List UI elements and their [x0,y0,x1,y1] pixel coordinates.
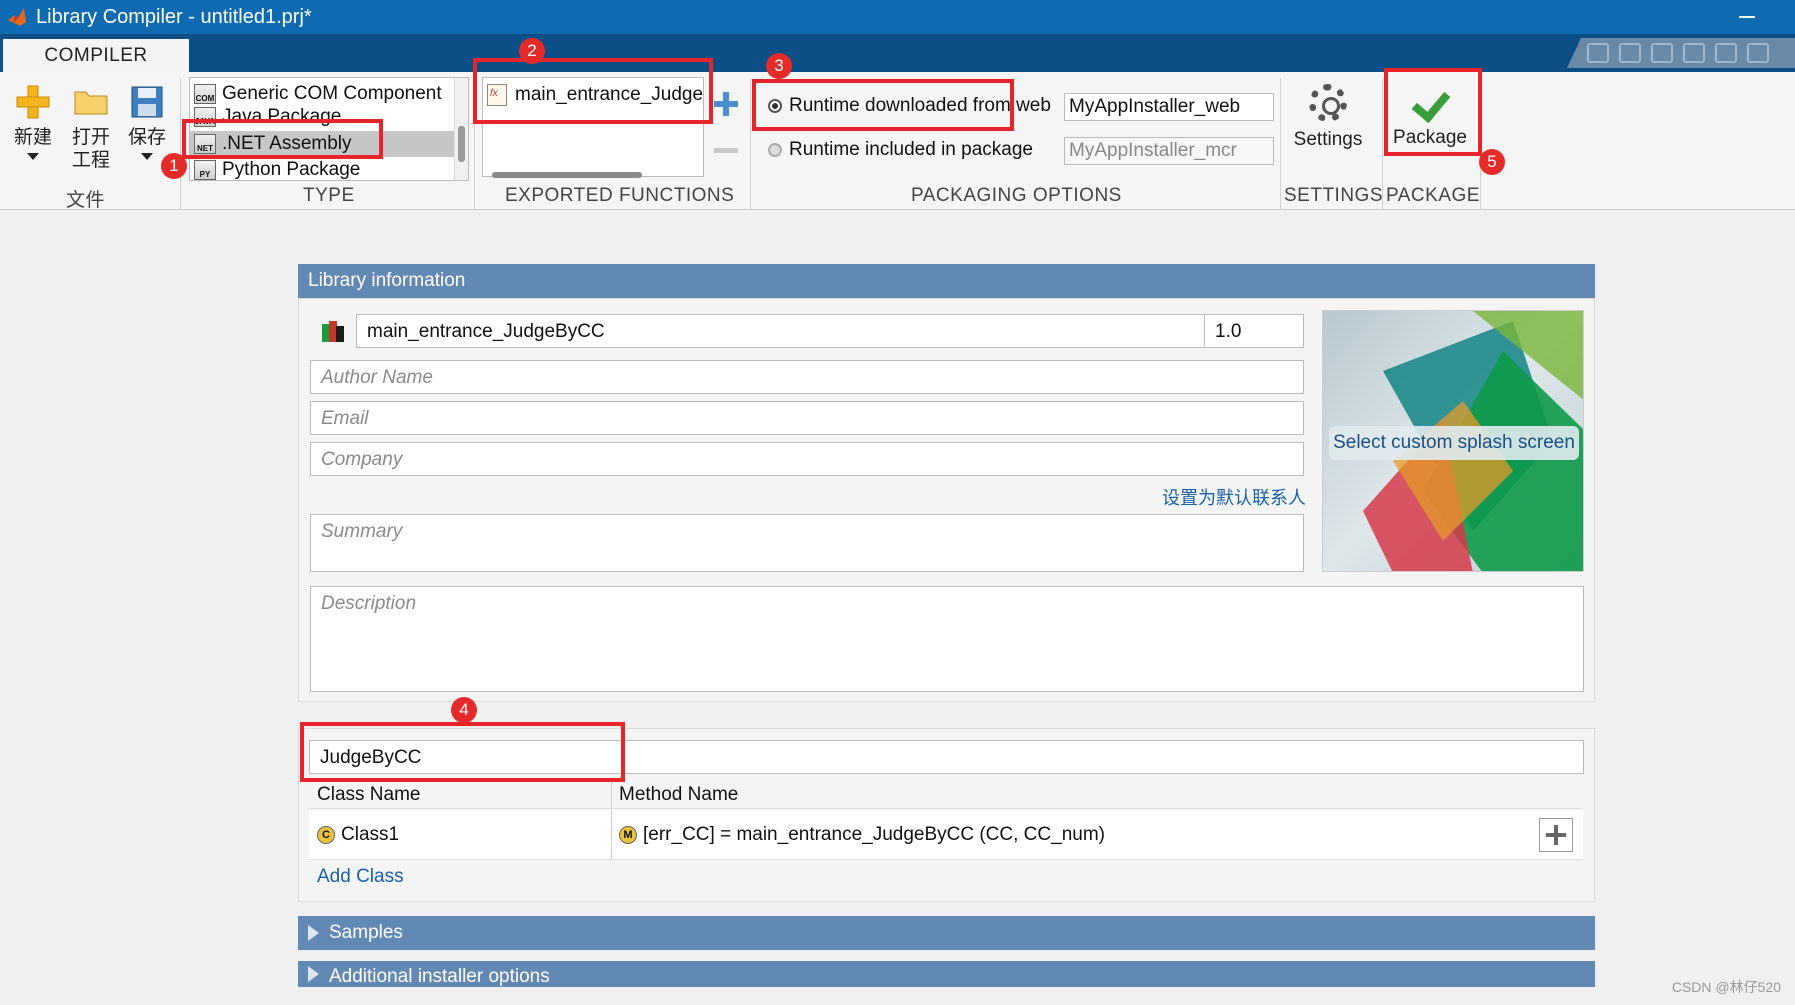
python-package-icon: PY [194,160,216,180]
add-method-button[interactable] [1539,818,1573,852]
section-label-type: TYPE [303,185,355,206]
folder-icon [74,91,108,115]
window-title: Library Compiler - untitled1.prj* [36,5,312,28]
class-grid-header: Class Name Method Name [309,781,1583,809]
annotation-badge-2: 2 [519,38,545,64]
class-cell[interactable]: C Class1 [317,824,399,846]
new-dropdown-icon[interactable] [27,153,39,160]
copy-icon[interactable] [1651,43,1673,63]
title-bar: Library Compiler - untitled1.prj* [0,0,1795,34]
email-input[interactable]: Email [310,401,1304,435]
paste-icon[interactable] [1683,43,1705,63]
web-installer-name-input[interactable]: MyAppInstaller_web [1064,93,1274,121]
summary-input[interactable]: Summary [310,514,1304,572]
undo-icon[interactable] [1715,43,1737,63]
section-label-package: PACKAGE [1386,185,1480,206]
section-label-packaging: PACKAGING OPTIONS [911,185,1122,206]
radio-runtime-included[interactable]: Runtime included in package [768,139,1033,161]
matlab-logo-icon [8,8,26,26]
library-name-input[interactable]: main_entrance_JudgeByCC [356,314,1206,348]
annotation-badge-1: 1 [161,153,187,179]
floppy-disk-icon [131,86,163,118]
samples-section-header[interactable]: Samples [298,916,1595,950]
annotation-badge-3: 3 [766,53,792,79]
expand-arrow-icon [308,966,319,982]
watermark: CSDN @林仔520 [1671,979,1781,995]
class-icon: C [317,825,335,844]
splash-screen-area: Select custom splash screen [1322,310,1584,572]
description-input[interactable]: Description [310,586,1584,692]
quick-access-toolbar [1567,38,1795,68]
column-class-name: Class Name [317,784,421,805]
exported-functions-scrollbar[interactable] [482,169,704,181]
com-component-icon: COM [194,84,216,104]
gear-icon [1309,84,1347,122]
ribbon-tab-strip: COMPILER [0,34,1795,72]
annotation-box-4 [300,722,625,782]
library-information-header: Library information [298,264,1595,298]
remove-function-button[interactable] [714,148,738,153]
annotation-box-2 [473,58,713,124]
section-label-settings: SETTINGS [1284,185,1384,206]
add-function-button[interactable] [714,92,738,116]
settings-button[interactable]: Settings [1290,84,1366,151]
annotation-box-3 [752,79,1014,131]
save-icon[interactable] [1587,43,1609,63]
cut-icon[interactable] [1619,43,1641,63]
method-cell: M [err_CC] = main_entrance_JudgeByCC (CC,… [619,824,1105,846]
company-input[interactable]: Company [310,442,1304,476]
column-method-name: Method Name [619,784,739,805]
mcr-installer-name-input[interactable]: MyAppInstaller_mcr [1064,137,1274,165]
radio-unselected-icon [768,143,782,157]
save-dropdown-icon[interactable] [141,153,153,160]
version-input[interactable]: 1.0 [1204,314,1304,348]
tab-compiler[interactable]: COMPILER [3,39,189,72]
expand-arrow-icon [308,925,319,941]
new-button[interactable]: 新建 [12,84,54,160]
redo-icon[interactable] [1747,43,1769,63]
new-plus-icon [16,85,50,119]
library-icon [322,321,344,342]
section-label-file: 文件 [66,190,106,211]
author-name-input[interactable]: Author Name [310,360,1304,394]
add-class-link[interactable]: Add Class [317,866,404,888]
method-icon: M [619,825,637,844]
annotation-badge-4: 4 [451,697,477,723]
type-item-python[interactable]: PY Python Package [190,157,454,180]
select-splash-screen-button[interactable]: Select custom splash screen [1329,426,1579,460]
annotation-box-5 [1384,68,1482,156]
set-default-contact-link[interactable]: 设置为默认联系人 [1162,484,1306,510]
type-list-scrollbar[interactable] [454,78,468,180]
class-row[interactable]: C Class1 M [err_CC] = main_entrance_JudgeB… [309,810,1583,860]
save-button[interactable]: 保存 [126,84,168,160]
minimize-button[interactable] [1735,4,1759,28]
additional-installer-options-header[interactable]: Additional installer options [298,961,1595,987]
open-project-button[interactable]: 打开 工程 [70,84,112,172]
annotation-box-1 [182,119,383,159]
annotation-badge-5: 5 [1479,149,1505,175]
plus-icon [1546,825,1566,845]
section-label-exported: EXPORTED FUNCTIONS [505,185,735,206]
